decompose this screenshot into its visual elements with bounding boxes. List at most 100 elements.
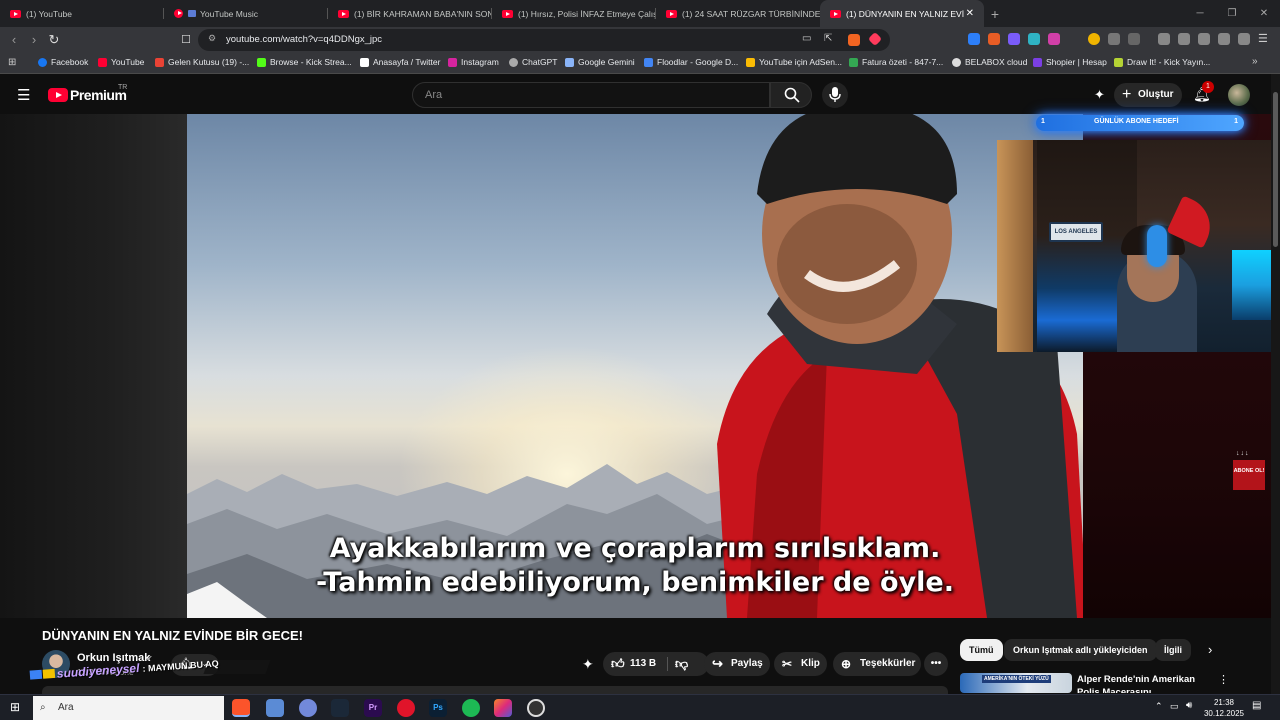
vpn-icon[interactable] [1238, 33, 1250, 45]
leo-icon[interactable] [1218, 33, 1230, 45]
minimize-icon[interactable]: ─ [1184, 0, 1216, 27]
chip-related[interactable]: İlgili [1155, 639, 1191, 661]
chevron-right-icon[interactable]: › [1208, 642, 1212, 657]
bookmark-item[interactable]: YouTube için AdSen... [746, 57, 842, 67]
thanks-icon: ⊕ [841, 657, 852, 671]
opera-icon[interactable] [397, 699, 415, 717]
instagram-icon[interactable] [494, 699, 512, 717]
like-count[interactable]: 113 B [630, 652, 656, 676]
browser-tab[interactable]: (1) BİR KAHRAMAN BABA'NIN SONU [328, 0, 492, 27]
bookmark-item[interactable]: ChatGPT [509, 57, 557, 67]
thanks-button[interactable]: ⊕ Teşekkürler [833, 652, 921, 676]
chip-all[interactable]: Tümü [960, 639, 1003, 661]
more-vertical-icon[interactable]: ⋮ [1218, 673, 1229, 686]
brave-rewards-icon[interactable] [867, 31, 883, 47]
bookmark-item[interactable]: YouTube [98, 57, 144, 67]
windows-start-icon[interactable]: ⊞ [10, 700, 20, 714]
brave-shield-icon[interactable] [848, 34, 860, 46]
search-button[interactable] [770, 82, 812, 108]
thumbs-down-icon[interactable]: 👎︎ [675, 652, 688, 676]
premium-sparkle-icon[interactable]: ✦ [1094, 87, 1105, 103]
more-bookmarks-icon[interactable]: » [1252, 56, 1258, 67]
bookmark-item[interactable]: Facebook [38, 57, 88, 67]
extension-icon[interactable] [1128, 33, 1140, 45]
extension-icon[interactable] [968, 33, 980, 45]
obs-icon[interactable] [527, 699, 545, 717]
bookmark-icon[interactable]: ☐ [178, 32, 194, 48]
browser-tab[interactable]: (1) Hırsız, Polisi İNFAZ Etmeye Çalıştı [492, 0, 656, 27]
bookmark-item[interactable]: Draw It! - Kick Yayın... [1114, 57, 1210, 67]
extensions-puzzle-icon[interactable] [1108, 33, 1120, 45]
hamburger-menu-icon[interactable]: ☰ [17, 86, 30, 104]
share-icon[interactable]: ⇱ [824, 33, 832, 44]
chip-from-uploader[interactable]: Orkun Işıtmak adlı yükleyiciden [1004, 639, 1157, 661]
close-tab-icon[interactable]: ✕ [966, 8, 974, 19]
tray-chevron-icon[interactable]: ⌃ [1155, 701, 1163, 712]
reload-icon[interactable]: ↻ [46, 32, 62, 48]
steam-icon[interactable] [331, 699, 349, 717]
brave-icon[interactable] [232, 699, 250, 717]
wallet-icon[interactable] [1198, 33, 1210, 45]
discord-icon[interactable] [299, 699, 317, 717]
browser-tab[interactable]: (1) 24 SAAT RÜZGAR TÜRBİNİNDE M [656, 0, 820, 27]
extension-icon[interactable] [1028, 33, 1040, 45]
back-icon[interactable]: ‹ [6, 32, 22, 48]
share-button[interactable]: ↪ Paylaş [704, 652, 770, 676]
bookmark-item[interactable]: Shopier | Hesap [1033, 57, 1107, 67]
taskbar-search[interactable]: ⌕ Ara [33, 696, 224, 720]
system-clock[interactable]: 21:38 30.12.2025 [1200, 697, 1248, 719]
new-tab-button[interactable]: + [984, 0, 1006, 27]
volume-icon[interactable]: 🔊︎ [1186, 700, 1192, 711]
cast-icon[interactable]: ▭ [802, 33, 811, 44]
windows-taskbar: ⊞ ⌕ Ara Pr Ps ⌃ ▭ 🔊︎ 21:38 30.12.2025 ▤ [0, 694, 1280, 720]
sidebar-icon[interactable] [1178, 33, 1190, 45]
more-actions-button[interactable]: ••• [924, 652, 948, 676]
recommended-title[interactable]: Alper Rende'nin Amerikan Polis Macerasın… [1077, 673, 1217, 693]
clip-button[interactable]: ✂ Klip [774, 652, 827, 676]
bookmark-item[interactable]: Instagram [448, 57, 499, 67]
tab-label: (1) 24 SAAT RÜZGAR TÜRBİNİNDE M [682, 8, 820, 19]
notifications-icon[interactable]: ▤ [1252, 700, 1261, 711]
media-icon[interactable] [1158, 33, 1170, 45]
bookmark-item[interactable]: BELABOX cloud [952, 57, 1027, 67]
extension-icon[interactable] [988, 33, 1000, 45]
browser-tab[interactable]: (1) YouTube [0, 0, 164, 27]
site-info-icon[interactable]: ⚙ [208, 33, 216, 44]
recommended-thumbnail[interactable]: AMERİKA'NIN ÖTEKİ YÜZÜ [960, 673, 1072, 693]
bookmark-item[interactable]: Anasayfa / Twitter [360, 57, 440, 67]
voice-search-button[interactable] [822, 82, 848, 108]
bookmark-item[interactable]: Fatura özeti - 847-7... [849, 57, 943, 67]
search-input[interactable]: Ara [412, 82, 770, 108]
extension-icon[interactable] [1088, 33, 1100, 45]
description-box[interactable] [42, 686, 948, 694]
network-icon[interactable]: ▭ [1170, 701, 1179, 712]
address-bar[interactable]: ⚙ youtube.com/watch?v=q4DDNgx_jpc ▭ ⇱ [198, 29, 890, 51]
video-subtitles: Ayakkabılarım ve çoraplarım sırılsıklam.… [187, 532, 1083, 600]
bookmark-item[interactable]: Browse - Kick Strea... [257, 57, 352, 67]
avatar[interactable] [1228, 84, 1250, 106]
los-angeles-sign: LOS ANGELES [1049, 222, 1103, 242]
photoshop-icon[interactable]: Ps [429, 699, 447, 717]
premiere-icon[interactable]: Pr [364, 699, 382, 717]
extension-icon[interactable] [1008, 33, 1020, 45]
apps-grid-icon[interactable]: ⊞ [8, 57, 16, 68]
thumbs-up-icon[interactable]: 👍︎ [611, 652, 625, 676]
spotify-icon[interactable] [462, 699, 480, 717]
extension-icon[interactable] [1048, 33, 1060, 45]
bookmark-item[interactable]: Floodlar - Google D... [644, 57, 738, 67]
browser-tab[interactable]: YouTube Music [164, 0, 328, 27]
menu-icon[interactable]: ☰ [1258, 33, 1270, 45]
forward-icon[interactable]: › [26, 32, 42, 48]
webcam-overlay: LOS ANGELES [997, 140, 1280, 352]
bookmark-item[interactable]: Google Gemini [565, 57, 635, 67]
scrollbar-thumb[interactable] [1273, 92, 1278, 247]
window-controls: ─ ❐ ✕ [1184, 0, 1280, 27]
restore-icon[interactable]: ❐ [1216, 0, 1248, 27]
create-button[interactable]: + Oluştur [1114, 83, 1182, 107]
bookmark-item[interactable]: Gelen Kutusu (19) -... [155, 57, 249, 67]
youtube-logo-icon[interactable] [48, 88, 68, 102]
ai-sparkle-icon[interactable]: ✦ [582, 656, 594, 673]
app-icon[interactable] [266, 699, 284, 717]
close-window-icon[interactable]: ✕ [1248, 0, 1280, 27]
browser-tab-active[interactable]: (1) DÜNYANIN EN YALNIZ EVİNDE✕ [820, 0, 984, 27]
